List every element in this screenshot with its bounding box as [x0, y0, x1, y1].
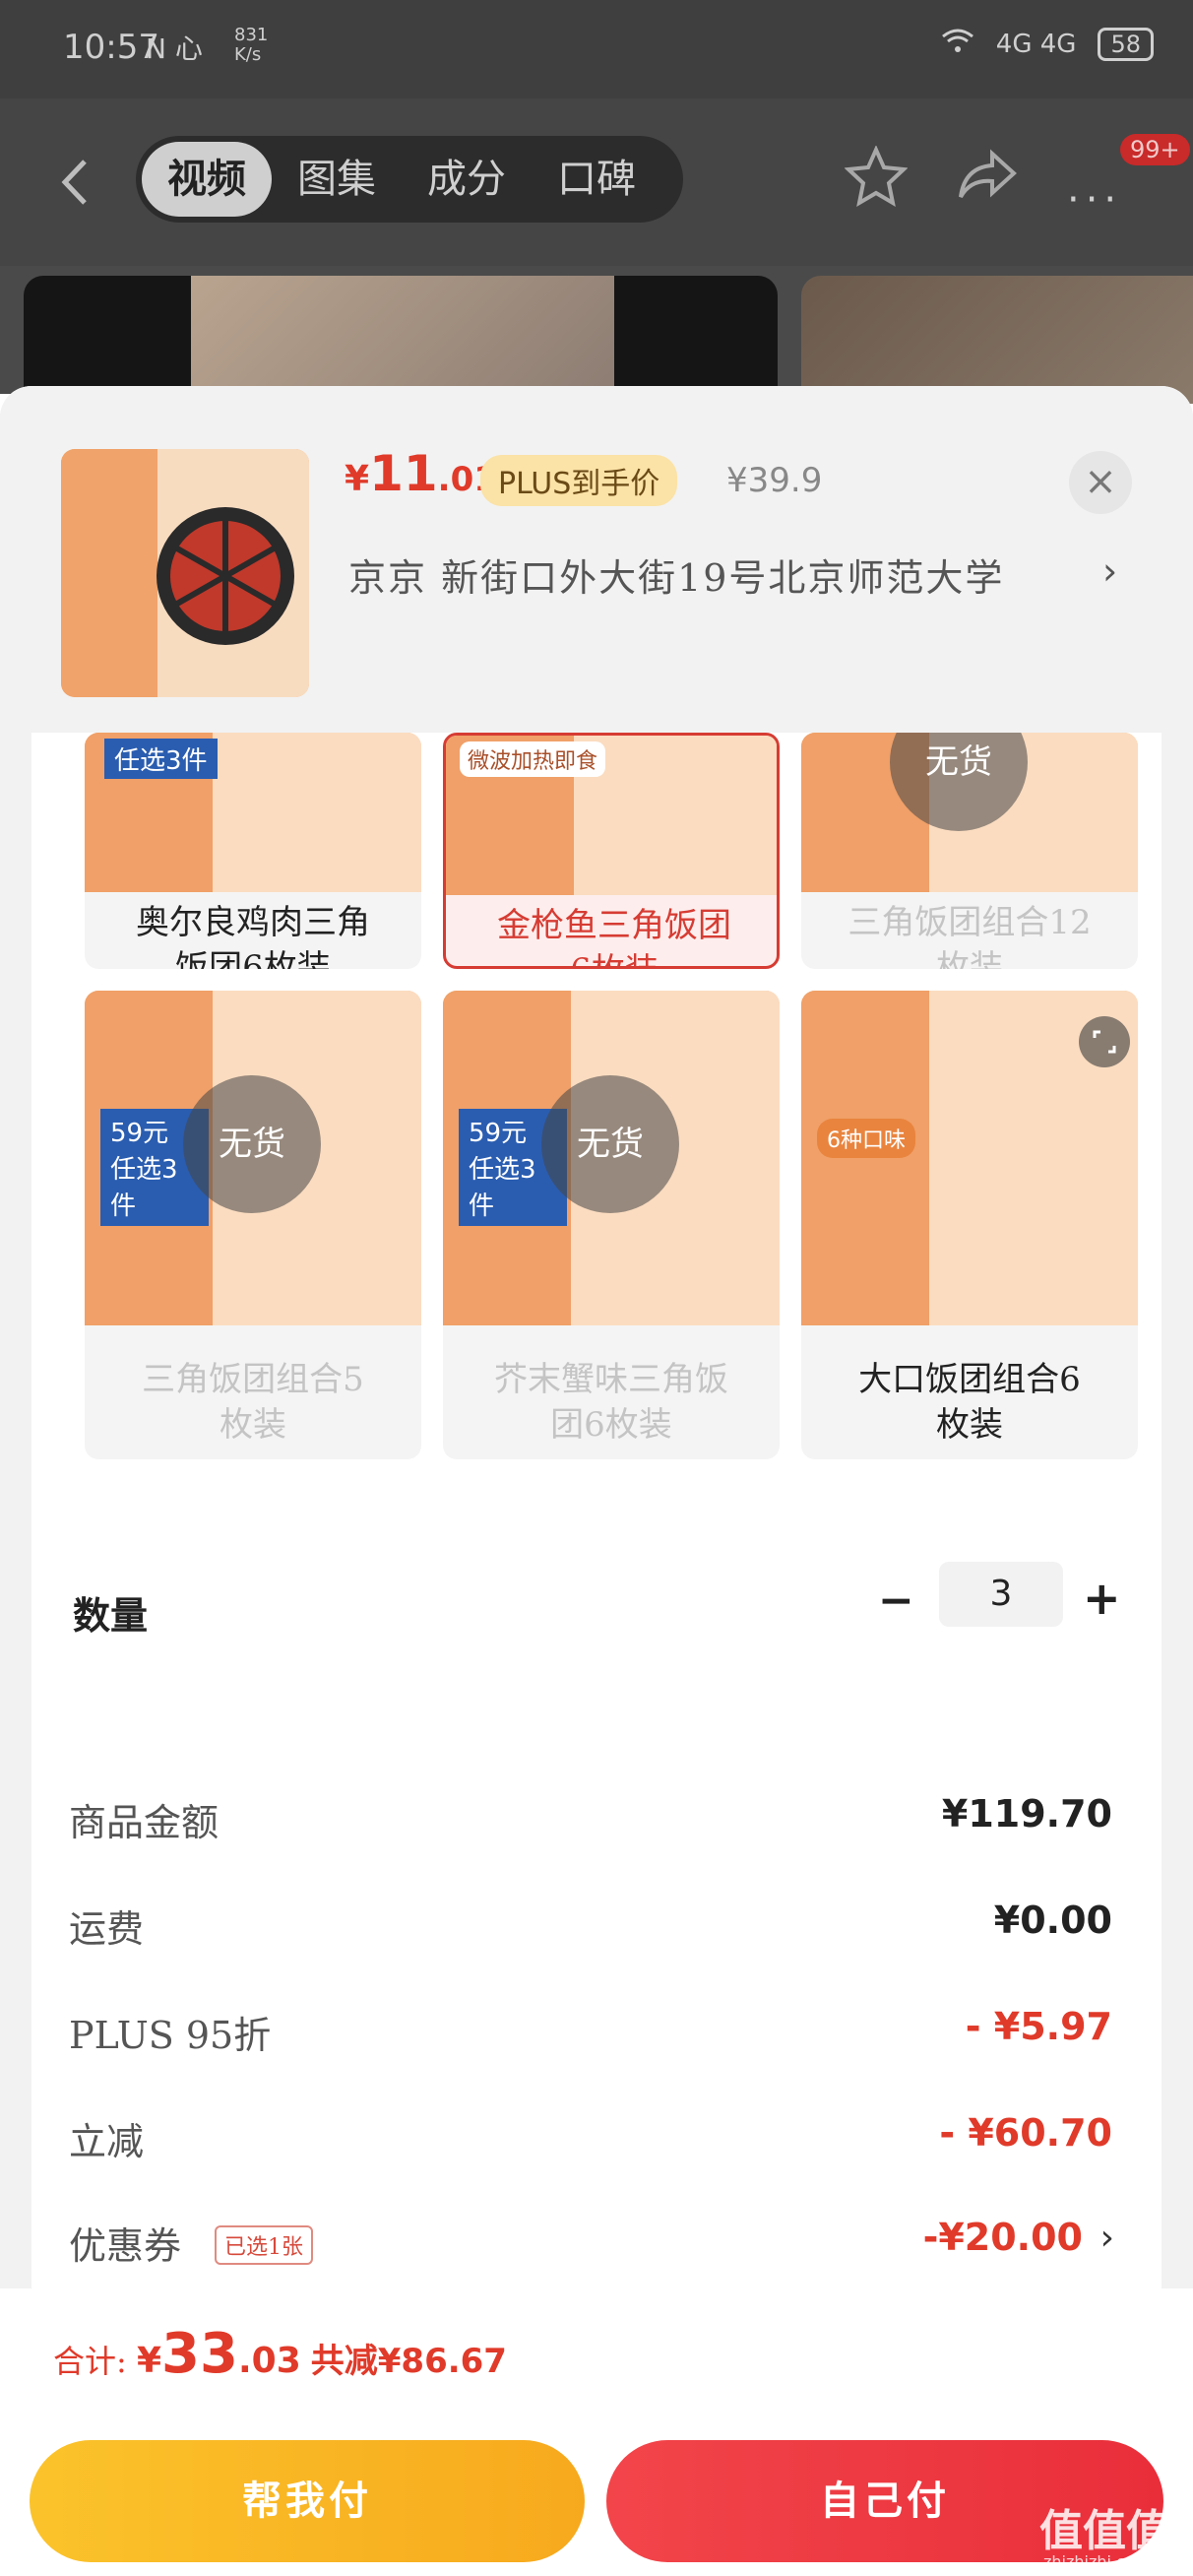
tab-reviews[interactable]: 口碑: [532, 142, 661, 217]
tab-video[interactable]: 视频: [142, 142, 272, 217]
wifi-icon: [941, 29, 974, 61]
tab-gallery[interactable]: 图集: [272, 142, 402, 217]
promo-label: 微波加热即食: [460, 741, 606, 777]
plus-price-tag: PLUS到手价: [480, 455, 678, 506]
message-badge: 99+: [1120, 134, 1190, 165]
quantity-plus-button[interactable]: +: [1083, 1572, 1121, 1625]
variant-label: 三角饭团组合12 枚装: [848, 903, 1092, 969]
variant-card-orleans-chicken[interactable]: 任选3件 奥尔良鸡肉三角 饭团6枚装: [85, 733, 421, 969]
top-nav: 视频 图集 成分 口碑 ··· 99+: [0, 98, 1193, 266]
sale-price: ¥11.01: [345, 445, 497, 502]
back-icon[interactable]: [59, 158, 89, 207]
summary-row-plus-discount: PLUS 95折 - ¥5.97: [69, 2005, 1112, 2057]
watermark-url: zhizhizhi.com: [1043, 2552, 1151, 2571]
purchase-sheet: ¥11.01 PLUS到手价 ¥39.9 × 京京 新街口外大街19号北京师范大…: [0, 386, 1193, 2576]
summary-row-coupon[interactable]: 优惠券 已选1张 -¥20.00 ›: [69, 2216, 1114, 2275]
variant-card-combo-12[interactable]: 无货 三角饭团组合12 枚装: [801, 733, 1138, 969]
close-button[interactable]: ×: [1069, 451, 1132, 514]
chevron-right-icon[interactable]: ›: [1102, 549, 1117, 593]
watermark-logo: 值值值: [1039, 2506, 1169, 2556]
original-price: ¥39.9: [726, 461, 823, 500]
summary-row-instant-off: 立减 - ¥60.70: [69, 2111, 1112, 2163]
out-of-stock-badge: 无货: [183, 1075, 321, 1213]
promo-label: 6种口味: [817, 1119, 915, 1158]
total-savings: 共减¥86.67: [310, 2342, 507, 2381]
network-speed: 831 K/s: [234, 25, 269, 65]
summary-row-shipping: 运费 ¥0.00: [69, 1899, 1112, 1951]
help-me-pay-button[interactable]: 帮我付: [30, 2440, 585, 2562]
product-image[interactable]: [61, 449, 309, 697]
variant-label: 金枪鱼三角饭团 6枚装: [497, 906, 731, 966]
battery-icon: 58: [1098, 28, 1154, 61]
rice-ball-plate-icon: [157, 507, 294, 645]
variant-card-large-rice-6[interactable]: 6种口味 大口饭团组合6 枚装: [801, 991, 1138, 1459]
variant-label: 三角饭团组合5 枚装: [142, 1360, 364, 1445]
quantity-input[interactable]: 3: [939, 1562, 1063, 1627]
tab-ingredients[interactable]: 成分: [402, 142, 532, 217]
coupon-selected-tag: 已选1张: [215, 2225, 313, 2265]
variant-label: 大口饭团组合6 枚装: [858, 1360, 1081, 1445]
variant-label: 芥末蟹味三角饭 团6枚装: [494, 1360, 728, 1445]
status-bar: 10:57 N 心 831 K/s 4G 4G 58: [0, 0, 1193, 98]
share-icon[interactable]: [957, 148, 1018, 207]
chevron-right-icon[interactable]: ›: [1100, 2218, 1114, 2258]
variant-card-combo-5[interactable]: 59元 任选3件 无货 三角饭团组合5 枚装: [85, 991, 421, 1459]
product-header: ¥11.01 PLUS到手价 ¥39.9 × 京京 新街口外大街19号北京师范大…: [0, 386, 1193, 733]
network-icon: N 心: [146, 32, 203, 65]
expand-icon[interactable]: [1079, 1016, 1130, 1067]
status-indicators: 4G 4G 58: [941, 28, 1154, 61]
variant-label: 奥尔良鸡肉三角 饭团6枚装: [136, 903, 370, 969]
summary-row-goods: 商品金额 ¥119.70: [69, 1792, 1112, 1844]
promo-label: 任选3件: [104, 739, 218, 779]
variant-card-wasabi-crab[interactable]: 59元 任选3件 无货 芥末蟹味三角饭 团6枚装: [443, 991, 780, 1459]
video-player: [24, 276, 778, 404]
media-tabs: 视频 图集 成分 口碑: [136, 136, 683, 223]
side-thumbnail: [801, 276, 1193, 404]
video-thumbnail: [191, 276, 614, 404]
variant-card-tuna[interactable]: 微波加热即食 金枪鱼三角饭团 6枚装: [443, 733, 780, 969]
total-amount: 合计: ¥33.03 共减¥86.67: [53, 2322, 507, 2386]
delivery-address[interactable]: 京京 新街口外大街19号北京师范大学: [348, 547, 1004, 602]
out-of-stock-badge: 无货: [541, 1075, 679, 1213]
price-summary: 商品金额 ¥119.70 运费 ¥0.00 PLUS 95折 - ¥5.97 立…: [31, 1735, 1162, 2306]
signal-icon: 4G 4G: [995, 30, 1077, 59]
favorite-star-icon[interactable]: [844, 145, 909, 211]
checkout-footer: 合计: ¥33.03 共减¥86.67 帮我付 自己付: [0, 2288, 1193, 2576]
quantity-minus-button[interactable]: −: [878, 1576, 914, 1626]
quantity-label: 数量: [73, 1594, 149, 1638]
more-icon[interactable]: ···: [1067, 177, 1122, 223]
